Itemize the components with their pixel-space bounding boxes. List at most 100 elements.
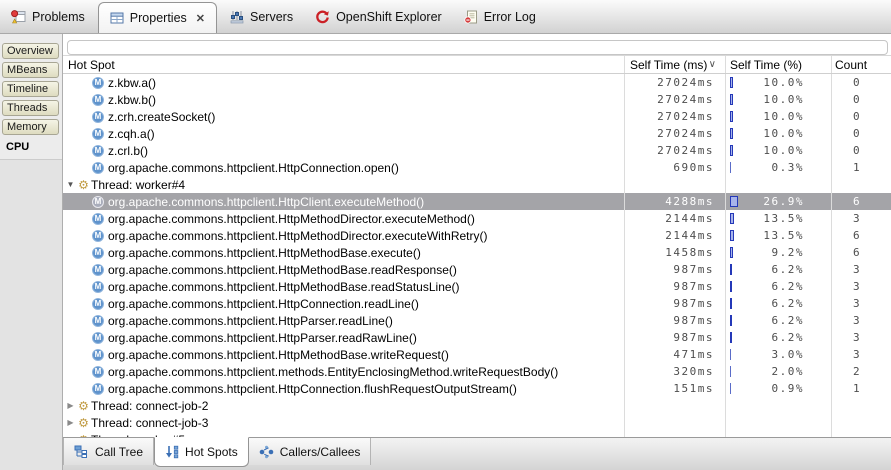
thread-gear-icon: ⚙	[78, 398, 89, 413]
sidebar-item-threads[interactable]: Threads	[2, 100, 59, 116]
sidebar-item-cpu[interactable]: CPU	[0, 138, 62, 157]
callers-callees-icon	[259, 445, 274, 459]
table-row[interactable]: Morg.apache.commons.httpclient.HttpMetho…	[63, 346, 891, 363]
count-cell: 1	[853, 382, 862, 395]
table-row[interactable]: Morg.apache.commons.httpclient.methods.E…	[63, 363, 891, 380]
thread-gear-icon: ⚙	[78, 415, 89, 430]
table-row[interactable]: Morg.apache.commons.httpclient.HttpParse…	[63, 329, 891, 346]
table-row[interactable]: Mz.crh.createSocket() 27024ms 10.0% 0	[63, 108, 891, 125]
self-time-ms-cell: 2144ms	[625, 227, 726, 244]
self-time-pct-cell: 6.2%	[726, 261, 832, 278]
expander-collapsed-icon[interactable]: ▶	[65, 418, 76, 427]
main-panel: Hot Spot Self Time (ms) ∨ Self Time (%) …	[63, 34, 891, 470]
method-icon: M	[92, 314, 104, 327]
view-tab-servers[interactable]: Servers	[219, 0, 304, 33]
table-row[interactable]: Morg.apache.commons.httpclient.HttpClien…	[63, 193, 891, 210]
view-tab-error-log[interactable]: Error Log	[453, 0, 547, 33]
tab-label: Problems	[32, 9, 85, 24]
self-time-pct-cell: 10.0%	[726, 91, 832, 108]
thread-row[interactable]: ▼ ⚙ Thread: worker#4	[63, 176, 891, 193]
column-header-self-time-pct[interactable]: Self Time (%)	[726, 56, 832, 73]
table-row[interactable]: Morg.apache.commons.httpclient.HttpConne…	[63, 380, 891, 397]
method-icon: M	[92, 280, 104, 293]
pct-value: 6.2%	[771, 280, 804, 293]
tab-label: OpenShift Explorer	[336, 9, 442, 24]
count-cell: 0	[853, 144, 862, 157]
thread-gear-icon: ⚙	[78, 177, 89, 192]
method-icon: M	[92, 297, 104, 310]
view-tab-problems[interactable]: Problems	[0, 0, 96, 33]
table-row[interactable]: Morg.apache.commons.httpclient.HttpMetho…	[63, 227, 891, 244]
table-row[interactable]: Morg.apache.commons.httpclient.HttpConne…	[63, 159, 891, 176]
close-icon[interactable]: ✕	[196, 12, 205, 25]
profiler-sidebar: Overview MBeans Timeline Threads Memory CPU	[0, 34, 63, 470]
results-tab-callers-callees[interactable]: Callers/Callees	[248, 438, 372, 465]
sidebar-item-memory[interactable]: Memory	[2, 119, 59, 135]
results-tab-hot-spots[interactable]: Hot Spots	[154, 437, 249, 467]
results-tab-call-tree[interactable]: Call Tree	[63, 438, 155, 465]
filter-input[interactable]	[67, 39, 888, 55]
count-cell: 0	[853, 110, 862, 123]
self-time-ms-cell	[625, 176, 726, 193]
hotspot-label: z.crh.createSocket()	[108, 109, 216, 124]
hotspot-name-cell: Morg.apache.commons.httpclient.HttpMetho…	[63, 346, 625, 363]
column-header-count[interactable]: Count	[832, 56, 891, 73]
count-cell	[832, 176, 891, 193]
thread-row[interactable]: ▶ ⚙ Thread: connect-job-3	[63, 414, 891, 431]
hotspot-name-cell: Morg.apache.commons.httpclient.HttpMetho…	[63, 244, 625, 261]
self-time-ms-cell: 987ms	[625, 261, 726, 278]
hotspot-name-cell: Morg.apache.commons.httpclient.methods.E…	[63, 363, 625, 380]
method-icon: M	[92, 127, 104, 140]
table-row[interactable]: Mz.crl.b() 27024ms 10.0% 0	[63, 142, 891, 159]
count-cell: 3	[853, 212, 862, 225]
hotspot-name-cell: Morg.apache.commons.httpclient.HttpMetho…	[63, 227, 625, 244]
table-row[interactable]: Morg.apache.commons.httpclient.HttpParse…	[63, 312, 891, 329]
hotspot-name-cell: Morg.apache.commons.httpclient.HttpParse…	[63, 312, 625, 329]
self-time-pct-cell: 10.0%	[726, 142, 832, 159]
self-time-ms-cell: 320ms	[625, 363, 726, 380]
self-time-ms-cell: 151ms	[625, 380, 726, 397]
self-time-pct-cell	[726, 414, 832, 431]
table-row[interactable]: Mz.cqh.a() 27024ms 10.0% 0	[63, 125, 891, 142]
hotspot-label: org.apache.commons.httpclient.HttpMethod…	[108, 262, 457, 277]
table-row[interactable]: Morg.apache.commons.httpclient.HttpMetho…	[63, 244, 891, 261]
expander-collapsed-icon[interactable]: ▶	[65, 401, 76, 410]
expander-expanded-icon[interactable]: ▼	[65, 180, 76, 189]
table-row[interactable]: Mz.kbw.b() 27024ms 10.0% 0	[63, 91, 891, 108]
pct-value: 6.2%	[771, 331, 804, 344]
hotspot-name-cell: ▶ ⚙ Thread: connect-job-2	[63, 397, 625, 414]
table-row[interactable]: Morg.apache.commons.httpclient.HttpMetho…	[63, 261, 891, 278]
sidebar-item-overview[interactable]: Overview	[2, 43, 59, 59]
hotspot-name-cell: Morg.apache.commons.httpclient.HttpConne…	[63, 159, 625, 176]
tab-label: Servers	[250, 9, 294, 24]
table-row[interactable]: Mz.kbw.a() 27024ms 10.0% 0	[63, 74, 891, 91]
sidebar-item-timeline[interactable]: Timeline	[2, 81, 59, 97]
self-time-ms-cell: 471ms	[625, 346, 726, 363]
view-tab-properties[interactable]: Properties ✕	[97, 2, 217, 33]
view-tab-openshift-explorer[interactable]: OpenShift Explorer	[304, 0, 453, 33]
column-header-self-time-ms[interactable]: Self Time (ms) ∨	[625, 56, 726, 73]
self-time-pct-cell: 26.9%	[726, 193, 832, 210]
results-tab-bar: Call Tree Hot Spots Callers/Callees	[63, 437, 891, 470]
sidebar-item-mbeans[interactable]: MBeans	[2, 62, 59, 78]
hotspot-name-cell: Mz.cqh.a()	[63, 125, 625, 142]
hotspot-label: z.crl.b()	[108, 143, 148, 158]
pct-value: 26.9%	[763, 195, 804, 208]
hotspot-name-cell: Mz.crh.createSocket()	[63, 108, 625, 125]
column-header-hotspot[interactable]: Hot Spot	[63, 56, 625, 73]
method-icon: M	[92, 161, 104, 174]
hotspot-label: org.apache.commons.httpclient.HttpConnec…	[108, 381, 517, 396]
hotspot-label: org.apache.commons.httpclient.HttpConnec…	[108, 296, 419, 311]
method-icon: M	[92, 110, 104, 123]
table-row[interactable]: Morg.apache.commons.httpclient.HttpConne…	[63, 295, 891, 312]
hotspot-label: org.apache.commons.httpclient.HttpParser…	[108, 313, 393, 328]
table-row[interactable]: Morg.apache.commons.httpclient.HttpMetho…	[63, 278, 891, 295]
pct-value: 13.5%	[763, 229, 804, 242]
table-row[interactable]: Morg.apache.commons.httpclient.HttpMetho…	[63, 210, 891, 227]
count-cell: 2	[853, 365, 862, 378]
view-tab-bar: Problems Properties ✕ Servers OpenShift Expl…	[0, 0, 891, 34]
self-time-ms-cell: 987ms	[625, 295, 726, 312]
method-icon: M	[92, 246, 104, 259]
hotspot-label: org.apache.commons.httpclient.HttpMethod…	[108, 279, 460, 294]
thread-row[interactable]: ▶ ⚙ Thread: connect-job-2	[63, 397, 891, 414]
